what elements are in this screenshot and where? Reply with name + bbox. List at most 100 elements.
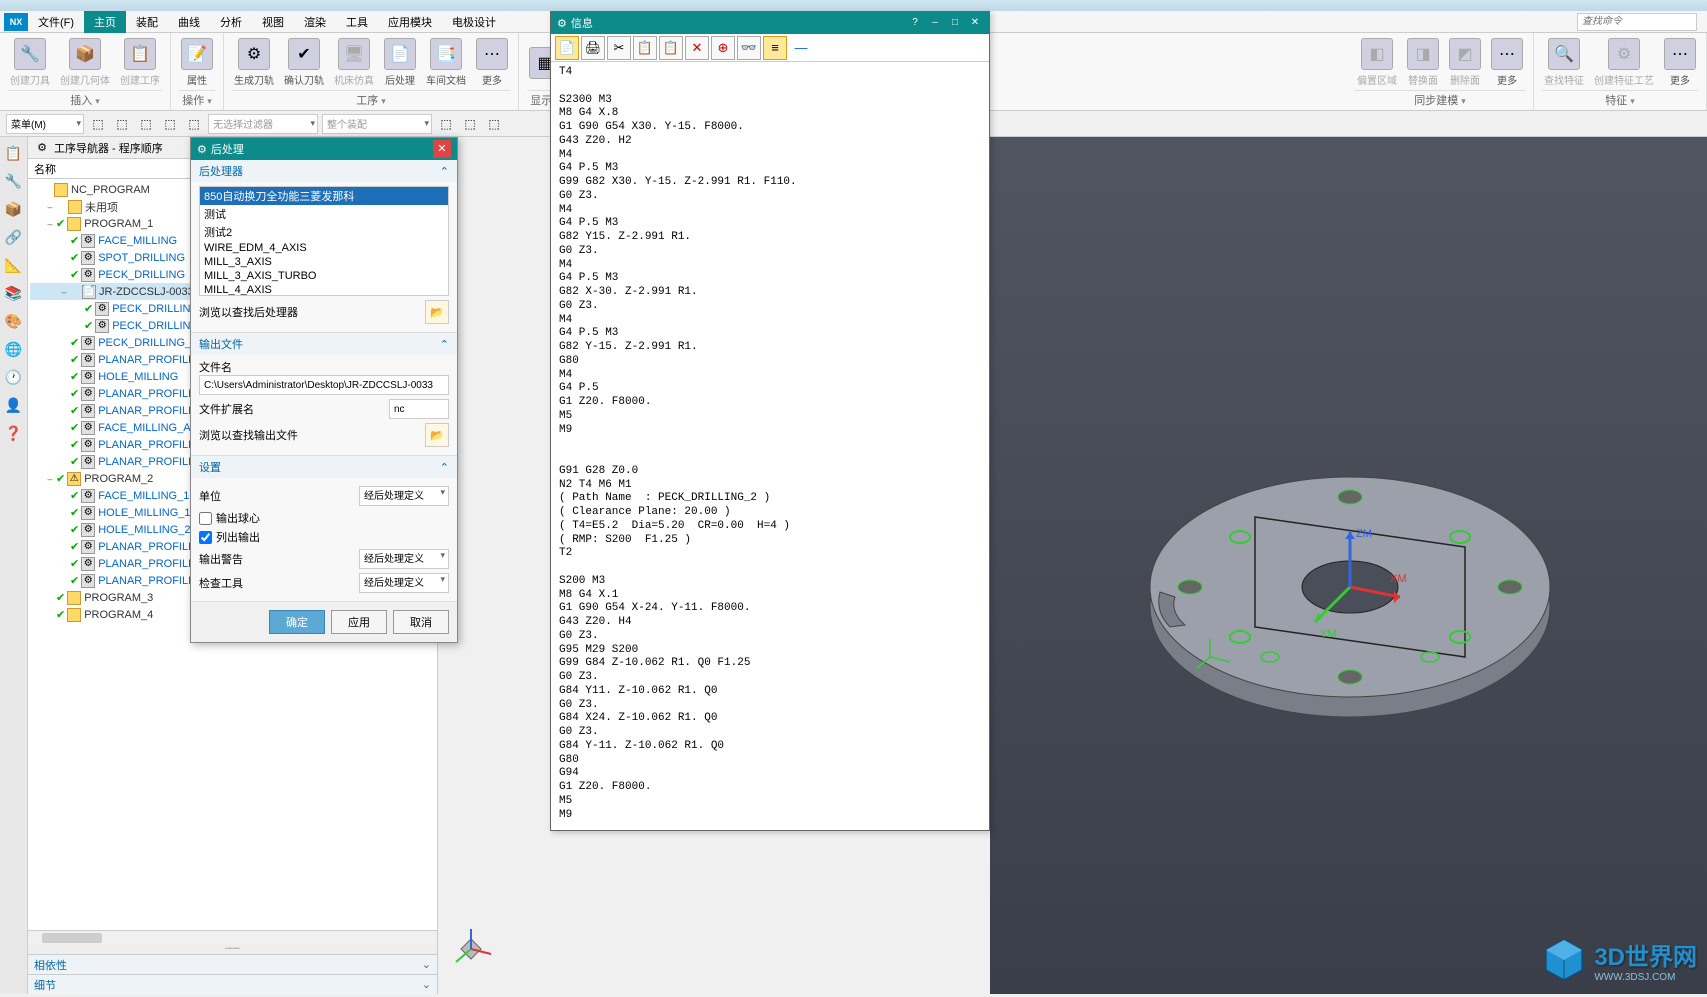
postprocessor-list[interactable]: 850自动换刀全功能三菱发那科测试测试2WIRE_EDM_4_AXISMILL_…	[199, 186, 449, 296]
tab-view[interactable]: 视图	[252, 11, 294, 33]
maximize-icon[interactable]: □	[947, 15, 963, 31]
navigator-h-scrollbar[interactable]	[28, 930, 437, 944]
gear-icon[interactable]: ⚙	[34, 140, 50, 156]
nav-hd3d-icon[interactable]: 🎨	[2, 309, 26, 333]
nav-help-icon[interactable]: ❓	[2, 421, 26, 445]
dialog-title-bar[interactable]: ⚙ 后处理 ✕	[191, 138, 457, 160]
find-feature-button[interactable]: 🔍查找特征	[1542, 35, 1586, 90]
ext-input[interactable]	[389, 399, 449, 419]
help-icon[interactable]: ?	[907, 15, 923, 31]
more-ops-button[interactable]: ⋯更多	[474, 35, 510, 90]
nav-ops-icon[interactable]: 📋	[2, 141, 26, 165]
info-open-icon[interactable]: 📄	[555, 36, 579, 60]
shop-doc-button[interactable]: 📑车间文档	[424, 35, 468, 90]
info-minus-icon[interactable]: —	[789, 36, 813, 60]
postprocessor-item[interactable]: 测试2	[200, 223, 448, 241]
ok-button[interactable]: 确定	[269, 610, 325, 634]
units-select[interactable]: 经后处理定义	[359, 486, 449, 506]
nav-assembly-icon[interactable]: 📦	[2, 197, 26, 221]
browse-output-label: 浏览以查找输出文件	[199, 427, 419, 443]
postprocessor-item[interactable]: 测试	[200, 205, 448, 223]
tb-icon-7[interactable]: ⬚	[460, 114, 480, 134]
filename-input[interactable]	[199, 375, 449, 395]
3d-viewport[interactable]: XM YM ZM	[990, 137, 1707, 994]
tab-curve[interactable]: 曲线	[168, 11, 210, 33]
tab-home[interactable]: 主页	[84, 11, 126, 33]
machine-sim-button[interactable]: 🖥机床仿真	[332, 35, 376, 90]
create-feature-button[interactable]: ⚙创建特征工艺	[1592, 35, 1656, 90]
properties-button[interactable]: 📝属性	[179, 35, 215, 90]
postprocessor-item[interactable]: MILL_4_AXIS	[200, 283, 448, 296]
menu-dropdown[interactable]: 菜单(M)	[6, 114, 84, 134]
create-tool-button[interactable]: 🔧创建刀具	[8, 35, 52, 90]
tb-icon-6[interactable]: ⬚	[436, 114, 456, 134]
nav-history-icon[interactable]: 🕐	[2, 365, 26, 389]
settings-section-header[interactable]: 设置	[191, 456, 457, 478]
cancel-button[interactable]: 取消	[393, 610, 449, 634]
navigator-grip[interactable]: ┉┉┉	[28, 944, 437, 954]
generate-toolpath-button[interactable]: ⚙生成刀轨	[232, 35, 276, 90]
tb-icon-8[interactable]: ⬚	[484, 114, 504, 134]
info-title-bar[interactable]: ⚙ 信息 ? – □ ✕	[551, 12, 989, 34]
browse-output-button[interactable]: 📂	[425, 423, 449, 447]
postprocessor-section-header[interactable]: 后处理器	[191, 160, 457, 182]
close-button[interactable]: ✕	[433, 140, 451, 158]
tab-tools[interactable]: 工具	[336, 11, 378, 33]
tb-icon-4[interactable]: ⬚	[160, 114, 180, 134]
output-ball-checkbox[interactable]: 输出球心	[199, 510, 449, 526]
tb-icon-1[interactable]: ⬚	[88, 114, 108, 134]
tb-icon-3[interactable]: ⬚	[136, 114, 156, 134]
assembly-filter-dropdown[interactable]: 整个装配	[322, 114, 432, 134]
minimize-icon[interactable]: –	[927, 15, 943, 31]
replace-face-button[interactable]: ◨替换面	[1405, 35, 1441, 90]
selection-filter-dropdown[interactable]: 无选择过滤器	[208, 114, 318, 134]
postprocess-button[interactable]: 📄后处理	[382, 35, 418, 90]
filename-label: 文件名	[199, 359, 449, 375]
nav-constraint-icon[interactable]: 🔗	[2, 225, 26, 249]
info-target-icon[interactable]: ⊕	[711, 36, 735, 60]
navigator-details[interactable]: 细节	[28, 974, 437, 994]
info-copy-icon[interactable]: 📋	[633, 36, 657, 60]
search-command-input[interactable]	[1577, 13, 1697, 31]
tab-app[interactable]: 应用模块	[378, 11, 442, 33]
browse-post-button[interactable]: 📂	[425, 300, 449, 324]
tab-assembly[interactable]: 装配	[126, 11, 168, 33]
tb-icon-5[interactable]: ⬚	[184, 114, 204, 134]
info-paste-icon[interactable]: 📋	[659, 36, 683, 60]
more-feat-button[interactable]: ⋯更多	[1662, 35, 1698, 90]
tb-icon-2[interactable]: ⬚	[112, 114, 132, 134]
postprocessor-item[interactable]: WIRE_EDM_4_AXIS	[200, 241, 448, 255]
more-sync-button[interactable]: ⋯更多	[1489, 35, 1525, 90]
offset-region-button[interactable]: ◧偏置区域	[1355, 35, 1399, 90]
tab-electrode[interactable]: 电极设计	[442, 11, 506, 33]
nav-part-icon[interactable]: 📐	[2, 253, 26, 277]
navigator-dependencies[interactable]: 相依性	[28, 954, 437, 974]
verify-toolpath-button[interactable]: ✔确认刀轨	[282, 35, 326, 90]
nav-browser-icon[interactable]: 🌐	[2, 337, 26, 361]
postprocessor-item[interactable]: MILL_3_AXIS	[200, 255, 448, 269]
output-section-header[interactable]: 输出文件	[191, 333, 457, 355]
postprocessor-item[interactable]: 850自动换刀全功能三菱发那科	[200, 187, 448, 205]
check-tool-select[interactable]: 经后处理定义	[359, 573, 449, 593]
postprocessor-item[interactable]: MILL_3_AXIS_TURBO	[200, 269, 448, 283]
nav-roles-icon[interactable]: 👤	[2, 393, 26, 417]
menu-file[interactable]: 文件(F)	[28, 11, 84, 33]
info-cut-icon[interactable]: ✂	[607, 36, 631, 60]
info-wrap-icon[interactable]: ≡	[763, 36, 787, 60]
close-icon[interactable]: ✕	[967, 15, 983, 31]
create-geometry-button[interactable]: 📦创建几何体	[58, 35, 112, 90]
info-content[interactable]: T4 S2300 M3 M8 G4 X.8 G1 G90 G54 X30. Y-…	[551, 62, 989, 830]
view-triad[interactable]	[446, 924, 496, 974]
apply-button[interactable]: 应用	[331, 610, 387, 634]
tab-analysis[interactable]: 分析	[210, 11, 252, 33]
delete-face-button[interactable]: ◩删除面	[1447, 35, 1483, 90]
info-goggles-icon[interactable]: 👓	[737, 36, 761, 60]
nav-reuse-icon[interactable]: 📚	[2, 281, 26, 305]
warning-select[interactable]: 经后处理定义	[359, 549, 449, 569]
list-output-checkbox[interactable]: 列出输出	[199, 529, 449, 545]
create-operation-button[interactable]: 📋创建工序	[118, 35, 162, 90]
tab-render[interactable]: 渲染	[294, 11, 336, 33]
nav-geom-icon[interactable]: 🔧	[2, 169, 26, 193]
info-delete-icon[interactable]: ✕	[685, 36, 709, 60]
info-print-icon[interactable]: 🖨	[581, 36, 605, 60]
